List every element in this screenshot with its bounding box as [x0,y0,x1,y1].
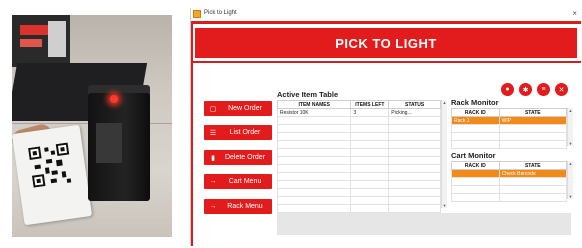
cart-monitor-table: RACK ID STATE Check Barcode [451,161,568,202]
user-icon[interactable]: ● [501,83,514,96]
cart-monitor-title: Cart Monitor [451,151,496,160]
table-row[interactable]: Check Barcode [451,169,568,178]
pick-to-light-device [88,93,150,201]
titlebar: Pick to Light × [191,8,581,21]
table-row[interactable] [451,140,568,149]
window-title: Pick to Light [204,10,237,16]
qr-code-icon [28,142,72,188]
column-header: RACK ID [451,161,500,170]
status-bar [277,213,571,235]
active-item-table: ITEM NAMES ITEMS LEFT STATUS Resistor 10… [276,100,441,213]
column-header: ITEM NAMES [276,100,352,109]
table-row[interactable] [276,116,441,125]
cart-monitor-scrollbar[interactable]: ▲ ▼ [567,161,573,199]
column-header: STATE [498,161,568,170]
banner-title: PICK TO LIGHT [195,28,577,58]
database-icon[interactable]: ≡ [537,83,550,96]
delete-order-label: Delete Order [224,154,266,161]
device-photo [12,15,172,237]
cart-state-cell: Check Barcode [498,169,568,178]
list-icon: ☰ [209,129,217,137]
rack-monitor-scrollbar[interactable]: ▲ ▼ [567,108,573,146]
arrow-right-icon: → [209,203,217,210]
app-icon [193,10,201,18]
table-row[interactable] [276,156,441,165]
status-cell: Picking... [388,108,441,117]
table-row[interactable] [276,164,441,173]
column-header: RACK ID [451,108,500,117]
cart-menu-label: Cart Menu [228,178,262,185]
table-row[interactable] [276,124,441,133]
column-header: STATE [498,108,568,117]
cart-rack-id-cell [451,169,500,178]
table-row[interactable] [276,132,441,141]
item-name-cell: Resistor 10K [276,108,352,117]
table-row[interactable] [276,172,441,181]
list-order-button[interactable]: ☰ List Order [204,125,272,140]
rack-menu-label: Rack Menu [227,203,263,210]
items-left-cell: 3 [350,108,390,117]
new-order-button[interactable]: ▢ New Order [204,101,272,116]
led-indicator [110,95,118,103]
table-row[interactable]: Rack 1 WIP [451,116,568,125]
rack-monitor-title: Rack Monitor [451,98,499,107]
column-header: ITEMS LEFT [350,100,390,109]
table-row[interactable] [451,177,568,186]
qr-code-paper [12,124,93,226]
table-row[interactable] [451,124,568,133]
active-item-table-title: Active Item Table [277,90,339,99]
window-close-button[interactable]: × [572,9,577,18]
arrow-right-icon: → [209,178,217,185]
close-circle-icon[interactable]: ✕ [555,83,568,96]
table-row[interactable] [276,140,441,149]
table-row[interactable] [276,180,441,189]
delete-order-button[interactable]: ▮ Delete Order [204,150,272,165]
table-row[interactable] [276,204,441,213]
table-row[interactable] [276,196,441,205]
rack-state-cell: WIP [498,116,568,125]
new-order-label: New Order [228,105,262,112]
cart-menu-button[interactable]: → Cart Menu [204,174,272,189]
table-row[interactable] [276,188,441,197]
table-row[interactable] [451,185,568,194]
table-row[interactable]: Resistor 10K 3 Picking... [276,108,441,117]
rack-menu-button[interactable]: → Rack Menu [204,199,272,214]
laptop-screen [12,15,70,67]
table-row[interactable] [276,148,441,157]
app-window: Pick to Light × PICK TO LIGHT ● ✱ ≡ ✕ ▢ … [190,8,581,246]
settings-icon[interactable]: ✱ [519,83,532,96]
rack-monitor-table: RACK ID STATE Rack 1 WIP [451,108,568,149]
table-row[interactable] [451,132,568,141]
active-table-scrollbar[interactable]: ▲ ▼ [441,100,447,208]
column-header: STATUS [388,100,441,109]
trash-icon: ▮ [211,154,215,162]
rack-id-cell: Rack 1 [451,116,500,125]
list-order-label: List Order [229,129,261,136]
new-order-icon: ▢ [209,105,217,113]
table-row[interactable] [451,193,568,202]
